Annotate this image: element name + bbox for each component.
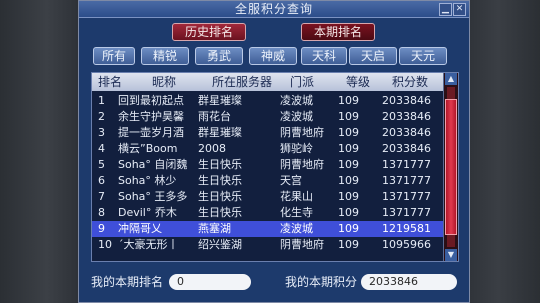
tab-current-ranking[interactable]: 本期排名 (301, 23, 375, 41)
header-level: 等级 (346, 75, 371, 89)
ranking-table: 排名 昵称 所在服务器 门派 等级 积分数 1 回到最初起点 群星璀璨 凌波城 … (91, 72, 459, 262)
score-query-window: 全服积分查询 ▁ ✕ 历史排名 本期排名 所有 精锐 勇武 神威 天科 天启 天… (78, 0, 470, 303)
minimize-icon[interactable]: ▁ (439, 3, 452, 16)
table-header: 排名 昵称 所在服务器 门派 等级 积分数 (92, 73, 443, 91)
filter-jingrui[interactable]: 精锐 (141, 47, 189, 65)
filter-tianyuan[interactable]: 天元 (399, 47, 447, 65)
tab-history-ranking[interactable]: 历史排名 (172, 23, 246, 41)
filter-tianqi[interactable]: 天启 (349, 47, 397, 65)
scroll-thumb[interactable] (445, 99, 457, 235)
filter-yongwu[interactable]: 勇武 (195, 47, 243, 65)
scroll-down-icon[interactable]: ▼ (445, 249, 457, 261)
header-rank: 排名 (98, 75, 123, 89)
table-row[interactable]: 6 Soha° 林少 生日快乐 天宫 109 1371777 (92, 173, 443, 189)
table-rows: 1 回到最初起点 群星璀璨 凌波城 109 2033846 2 余生守护昊馨 雨… (92, 93, 443, 253)
table-row[interactable]: 7 Soha° 王多多 生日快乐 花果山 109 1371777 (92, 189, 443, 205)
my-score-value: 2033846 (361, 274, 457, 290)
header-name: 昵称 (152, 75, 177, 89)
table-row-selected[interactable]: 9 冲隔哥乂 燕塞湖 凌波城 109 1219581 (92, 221, 443, 237)
my-rank-label: 我的本期排名 (91, 275, 164, 289)
window-title: 全服积分查询 (234, 2, 313, 16)
header-score: 积分数 (392, 75, 429, 89)
table-row[interactable]: 2 余生守护昊馨 雨花台 凌波城 109 2033846 (92, 109, 443, 125)
filter-all[interactable]: 所有 (93, 47, 135, 65)
header-sect: 门派 (290, 75, 315, 89)
table-row[interactable]: 8 Devil° 乔木 生日快乐 化生寺 109 1371777 (92, 205, 443, 221)
filter-shenwei[interactable]: 神威 (249, 47, 297, 65)
table-row[interactable]: 5 Soha° 自闭魏 生日快乐 阴曹地府 109 1371777 (92, 157, 443, 173)
table-row[interactable]: 1 回到最初起点 群星璀璨 凌波城 109 2033846 (92, 93, 443, 109)
close-icon[interactable]: ✕ (453, 3, 466, 16)
header-server: 所在服务器 (212, 75, 273, 89)
scroll-up-icon[interactable]: ▲ (445, 73, 457, 85)
table-row[interactable]: 10 ˊ大豪无形丨 绍兴鉴湖 阴曹地府 109 1095966 (92, 237, 443, 253)
title-bar: 全服积分查询 ▁ ✕ (79, 1, 469, 18)
left-background (0, 0, 78, 303)
table-scrollbar[interactable]: ▲ ▼ (443, 73, 458, 261)
table-row[interactable]: 4 横云”Boom 2008 狮驼岭 109 2033846 (92, 141, 443, 157)
filter-tianke[interactable]: 天科 (301, 47, 347, 65)
right-background (470, 0, 540, 303)
table-row[interactable]: 3 提一壶岁月酒 群星璀璨 阴曹地府 109 2033846 (92, 125, 443, 141)
my-score-label: 我的本期积分 (285, 275, 358, 289)
my-rank-value: 0 (169, 274, 251, 290)
